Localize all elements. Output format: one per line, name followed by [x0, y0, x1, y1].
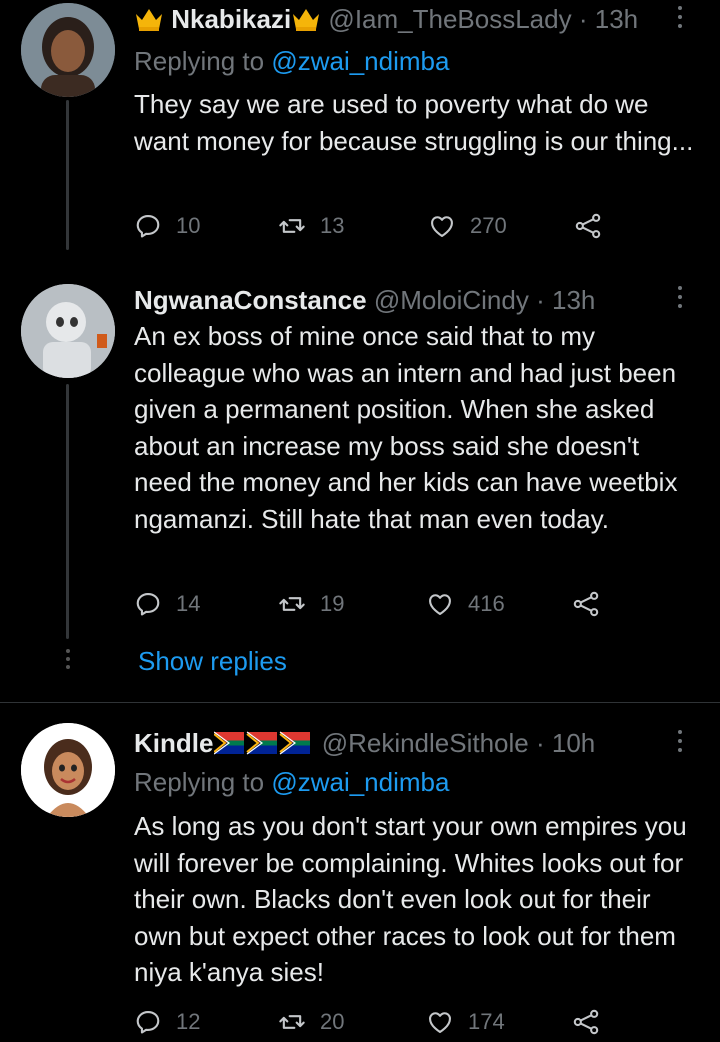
thread-gap-dots: [65, 649, 71, 673]
replying-label: Replying to: [134, 46, 265, 76]
share-icon: [572, 590, 600, 618]
separator: [0, 702, 720, 703]
show-replies-link[interactable]: Show replies: [138, 646, 287, 677]
retweet-icon: [278, 212, 306, 240]
heart-icon: [426, 590, 454, 618]
tweet-text: An ex boss of mine once said that to my …: [134, 321, 678, 534]
avatar[interactable]: [21, 3, 115, 97]
reply-count: 12: [176, 1009, 201, 1034]
display-name[interactable]: NgwanaConstance: [134, 285, 367, 315]
replying-to: Replying to @zwai_ndimba: [134, 767, 449, 797]
retweet-count: 20: [320, 1009, 345, 1034]
retweet-count: 19: [320, 591, 345, 616]
reply-icon: [134, 212, 162, 240]
share-button[interactable]: [572, 1008, 614, 1036]
thread-line: [66, 100, 69, 250]
south-africa-flag-emoji: [213, 728, 314, 758]
retweet-count: 13: [320, 213, 345, 238]
reply-count: 14: [176, 591, 201, 616]
replying-to-link[interactable]: @zwai_ndimba: [271, 46, 449, 76]
retweet-button[interactable]: 20: [278, 1008, 344, 1036]
reply-icon: [134, 1008, 162, 1036]
more-icon[interactable]: [676, 286, 684, 313]
separator-dot: ·: [578, 4, 588, 34]
tweet-actions: 14 19 416: [134, 590, 614, 624]
tweet-3[interactable]: Kindle @RekindleSithole · 10h Replying t…: [0, 720, 720, 1028]
more-icon[interactable]: [676, 730, 684, 757]
like-count: 416: [468, 591, 505, 616]
tweet-header: NgwanaConstance @MoloiCindy · 13h: [134, 285, 595, 315]
tweet-header: Kindle @RekindleSithole · 10h: [134, 728, 595, 758]
timestamp[interactable]: 13h: [595, 4, 638, 34]
retweet-button[interactable]: 19: [278, 590, 344, 618]
like-count: 270: [470, 213, 507, 238]
share-icon: [574, 212, 602, 240]
crown-emoji: [134, 6, 164, 38]
reply-button[interactable]: 12: [134, 1008, 200, 1036]
tweet-header: Nkabikazi @Iam_TheBossLady · 13h: [134, 4, 638, 38]
avatar[interactable]: [21, 284, 115, 378]
share-button[interactable]: [574, 212, 616, 240]
like-button[interactable]: 416: [426, 590, 505, 618]
tweet-actions: 10 13 270: [134, 212, 614, 246]
reply-button[interactable]: 10: [134, 212, 200, 240]
timestamp[interactable]: 13h: [552, 285, 595, 315]
tweet-actions: 12 20 174: [134, 1008, 614, 1042]
retweet-icon: [278, 590, 306, 618]
crown-emoji: [291, 6, 321, 38]
tweet-text: As long as you don't start your own empi…: [134, 811, 687, 987]
display-name[interactable]: Nkabikazi: [171, 4, 291, 34]
separator-dot: ·: [536, 285, 545, 315]
retweet-icon: [278, 1008, 306, 1036]
display-name[interactable]: Kindle: [134, 728, 213, 758]
replying-to-link[interactable]: @zwai_ndimba: [271, 767, 449, 797]
like-button[interactable]: 174: [426, 1008, 505, 1036]
share-button[interactable]: [572, 590, 614, 618]
tweet-text: They say we are used to poverty what do …: [134, 89, 694, 156]
avatar[interactable]: [21, 723, 115, 817]
timestamp[interactable]: 10h: [552, 728, 595, 758]
retweet-button[interactable]: 13: [278, 212, 344, 240]
reply-button[interactable]: 14: [134, 590, 200, 618]
share-icon: [572, 1008, 600, 1036]
more-icon[interactable]: [676, 6, 684, 33]
heart-icon: [428, 212, 456, 240]
tweet-2[interactable]: NgwanaConstance @MoloiCindy · 13h An ex …: [0, 280, 720, 700]
separator-dot: ·: [535, 728, 545, 758]
handle[interactable]: @RekindleSithole: [322, 728, 529, 758]
replying-label: Replying to: [134, 767, 265, 797]
replying-to: Replying to @zwai_ndimba: [134, 46, 449, 76]
handle[interactable]: @MoloiCindy: [374, 285, 529, 315]
like-count: 174: [468, 1009, 505, 1034]
reply-icon: [134, 590, 162, 618]
handle[interactable]: @Iam_TheBossLady: [328, 4, 571, 34]
reply-count: 10: [176, 213, 201, 238]
heart-icon: [426, 1008, 454, 1036]
tweet-1[interactable]: Nkabikazi @Iam_TheBossLady · 13h Replyin…: [0, 0, 720, 255]
like-button[interactable]: 270: [428, 212, 507, 240]
thread-line: [66, 384, 69, 639]
